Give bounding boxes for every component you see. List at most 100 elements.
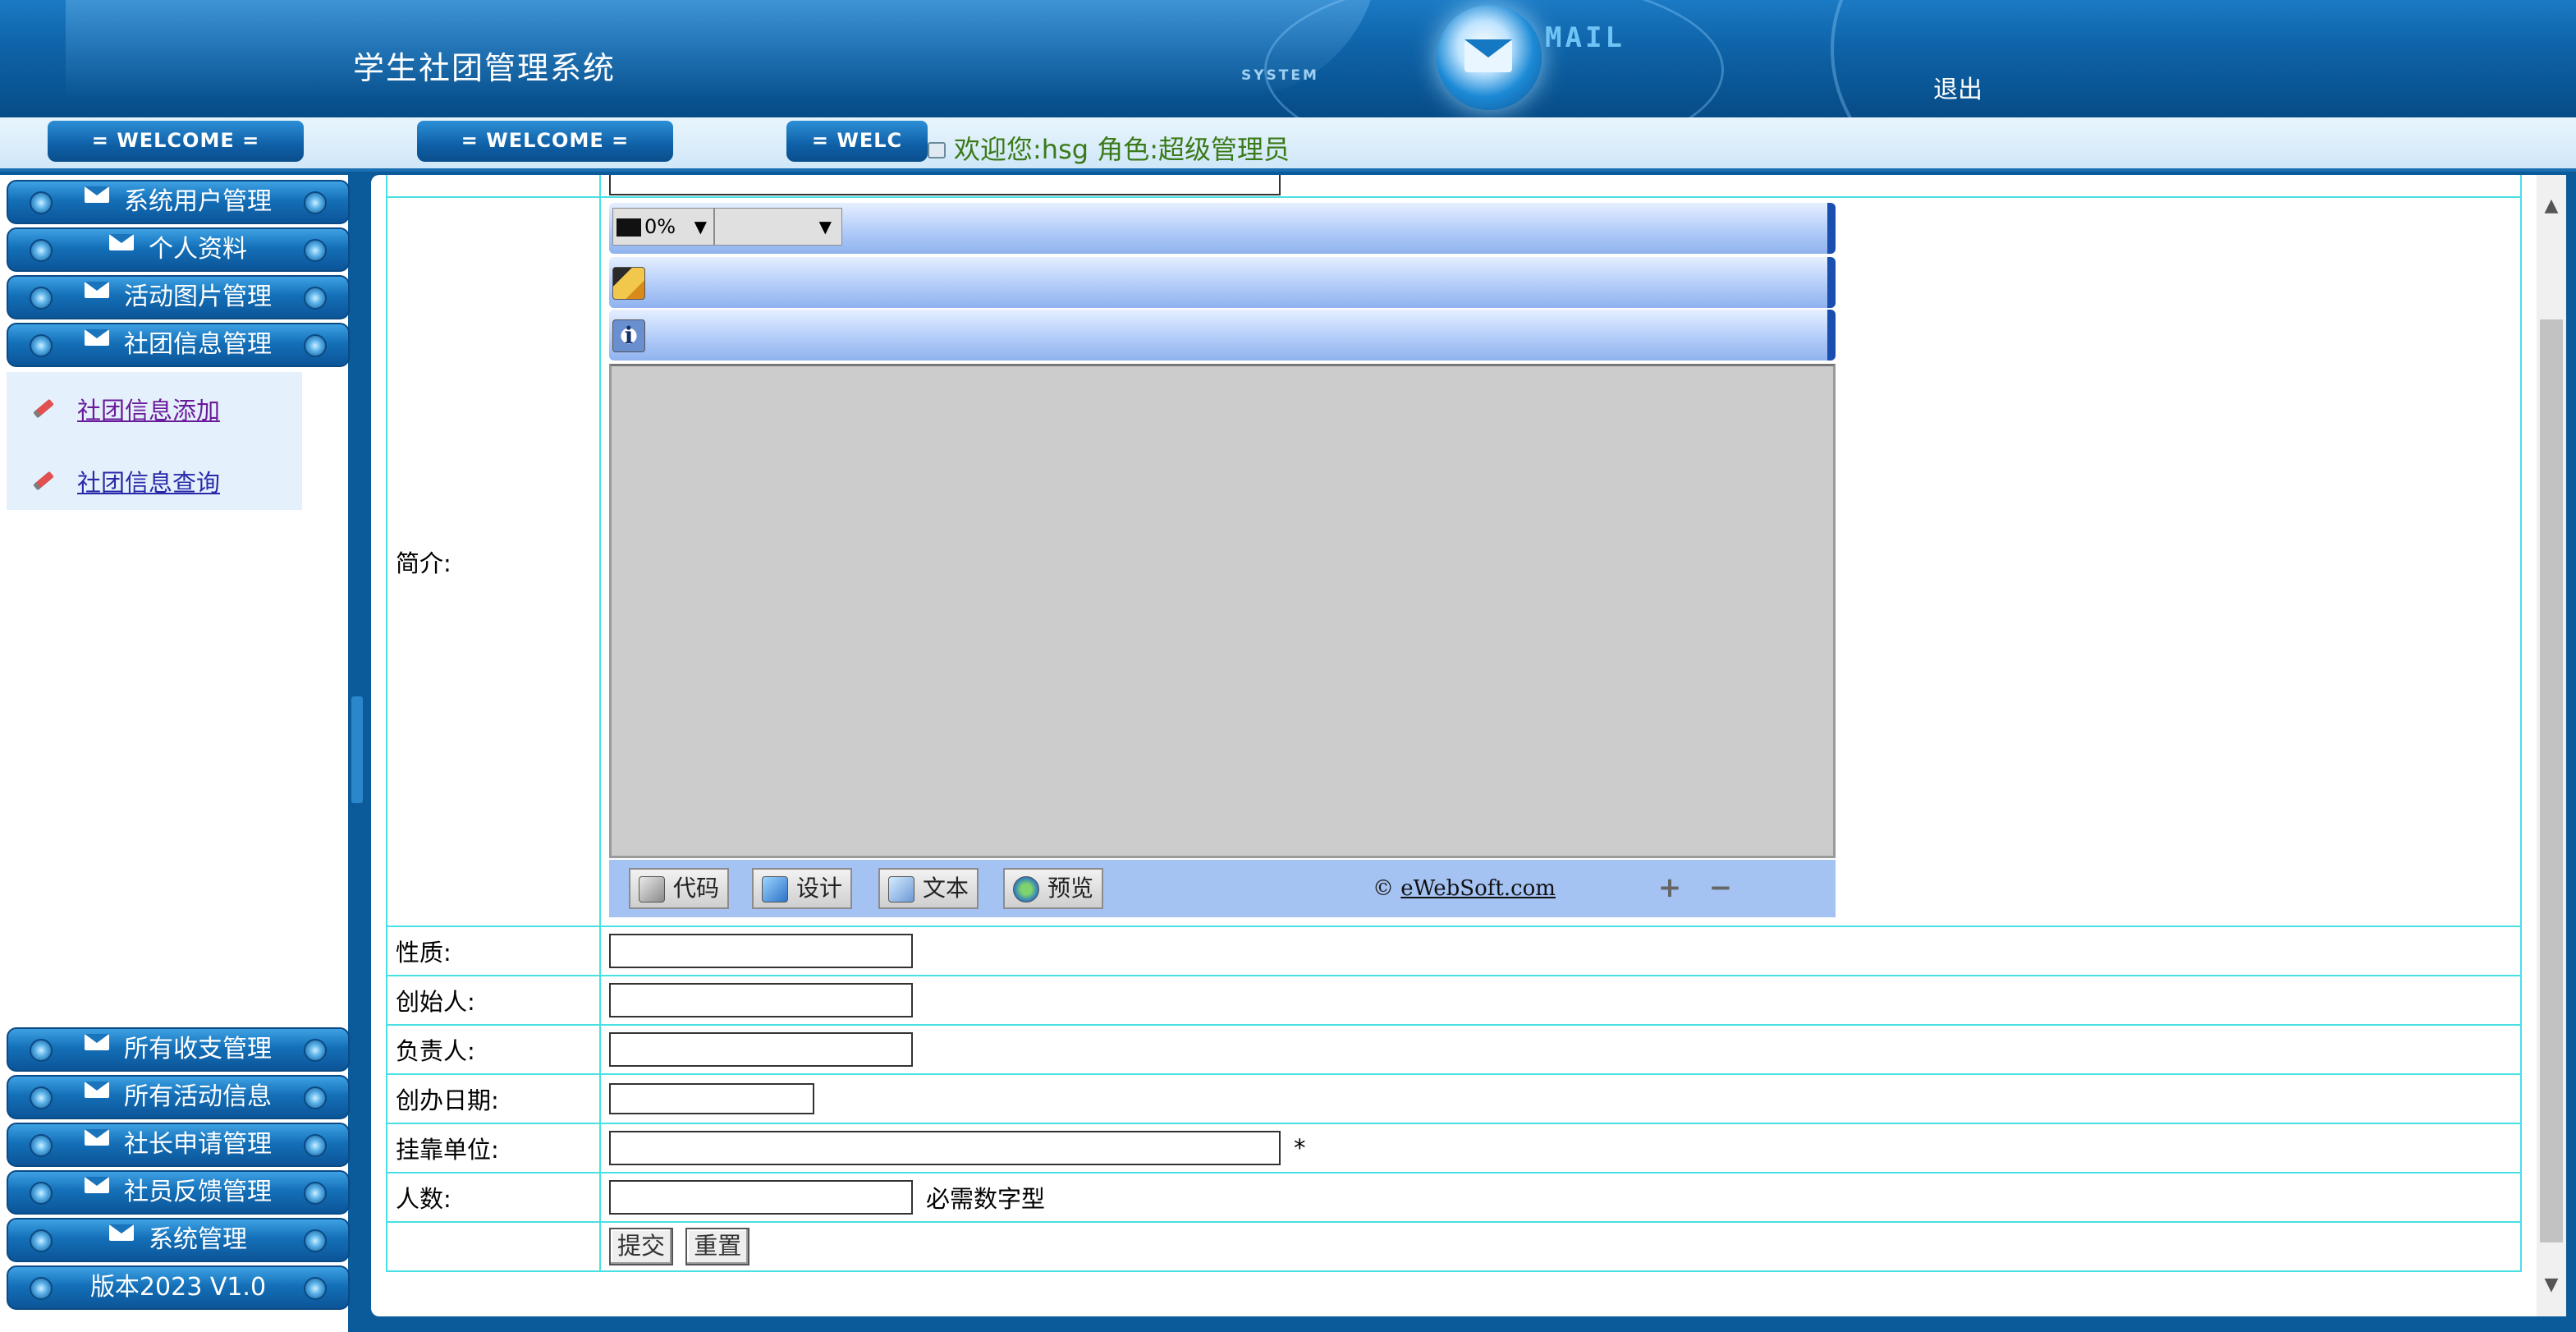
menu-finance[interactable]: 所有收支管理	[7, 1027, 350, 1072]
menu-label: 活动图片管理	[124, 282, 272, 311]
bullet-icon	[30, 1086, 53, 1109]
nature-input[interactable]	[609, 934, 913, 968]
bullet-icon	[30, 1134, 53, 1157]
design-mode-button[interactable]: 设计	[752, 868, 853, 909]
mail-icon	[85, 282, 109, 298]
mail-icon	[85, 1129, 109, 1146]
zoom-out-icon[interactable]: −	[1707, 874, 1734, 903]
leader-label: 负责人:	[386, 1024, 601, 1075]
scroll-thumb[interactable]	[2540, 319, 2563, 1242]
editor-toolbar: i	[609, 310, 1836, 361]
submenu-club-info-query[interactable]: 社团信息查询	[33, 464, 220, 498]
image-icon[interactable]	[612, 267, 645, 300]
menu-member-feedback[interactable]: 社员反馈管理	[7, 1170, 350, 1215]
form-row: 创办日期:	[386, 1073, 2522, 1124]
editor-toolbar	[609, 257, 1836, 308]
menu-label: 所有活动信息	[124, 1082, 272, 1111]
top-bar: = WELCOME = = WELCOME = = WELC 欢迎您:hsg 角…	[0, 117, 2576, 172]
form-input-cell	[599, 926, 2522, 976]
bullet-icon	[304, 191, 327, 214]
menu-activities[interactable]: 所有活动信息	[7, 1075, 350, 1119]
club-info-form: 简介: 0% ▼ ▼ i 代码 设计 文本 预览 © eWebSoft.com …	[386, 175, 2522, 1272]
welcome-tab[interactable]: = WELC	[786, 121, 928, 162]
bullet-icon	[304, 239, 327, 262]
editor-content-area[interactable]	[609, 364, 1836, 858]
mail-tag: MAIL	[1545, 21, 1625, 54]
rich-text-editor: 0% ▼ ▼ i 代码 设计 文本 预览 © eWebSoft.com + −	[609, 203, 1836, 919]
bullet-icon	[304, 1134, 327, 1157]
editor-mode-bar: 代码 设计 文本 预览 © eWebSoft.com + −	[609, 860, 1836, 917]
welcome-tab[interactable]: = WELCOME =	[48, 121, 304, 162]
menu-system-management[interactable]: 系统管理	[7, 1218, 350, 1262]
founded-date-input[interactable]	[609, 1083, 814, 1114]
ewebsoft-link[interactable]: eWebSoft.com	[1400, 876, 1556, 901]
bullet-icon	[304, 1182, 327, 1205]
text-icon	[888, 876, 914, 903]
submit-button[interactable]: 提交	[609, 1228, 674, 1265]
system-tag: SYSTEM	[1241, 67, 1319, 84]
preview-mode-button[interactable]: 预览	[1003, 868, 1104, 909]
submenu-club-info-add[interactable]: 社团信息添加	[33, 392, 220, 426]
window-icon	[928, 142, 946, 158]
menu-profile[interactable]: 个人资料	[7, 227, 350, 272]
form-label-cell	[386, 1221, 601, 1272]
bullet-icon	[30, 239, 53, 262]
format-select[interactable]: ▼	[714, 208, 842, 246]
form-row: 提交 重置	[386, 1221, 2522, 1272]
form-actions-cell: 提交 重置	[599, 1221, 2522, 1272]
editor-toolbar: 0% ▼ ▼	[609, 203, 1836, 254]
mail-icon	[109, 234, 134, 250]
mail-logo-icon	[1437, 5, 1542, 110]
required-marker: *	[1294, 1134, 1306, 1162]
bullet-icon	[304, 1039, 327, 1062]
menu-label: 系统用户管理	[124, 187, 272, 216]
zoom-in-icon[interactable]: +	[1657, 874, 1683, 903]
menu-system-users[interactable]: 系统用户管理	[7, 180, 350, 224]
zoom-value: 0%	[644, 215, 676, 238]
version-bar: 版本2023 V1.0	[7, 1265, 350, 1310]
mode-label: 预览	[1047, 875, 1094, 902]
scroll-up-icon[interactable]: ▲	[2537, 191, 2566, 221]
bullet-icon	[304, 1229, 327, 1252]
mail-icon	[85, 1034, 109, 1050]
design-icon	[762, 876, 788, 903]
member-count-hint: 必需数字型	[926, 1185, 1046, 1213]
submenu-label: 社团信息添加	[77, 397, 221, 425]
bullet-icon	[30, 1229, 53, 1252]
welcome-tab[interactable]: = WELCOME =	[417, 121, 673, 162]
zoom-icon	[616, 218, 641, 237]
chevron-down-icon: ▼	[694, 217, 707, 237]
mail-icon	[85, 1177, 109, 1193]
member-count-input[interactable]	[609, 1180, 913, 1215]
menu-president-applications[interactable]: 社长申请管理	[7, 1123, 350, 1167]
menu-activity-images[interactable]: 活动图片管理	[7, 275, 350, 319]
version-label: 版本2023 V1.0	[89, 1273, 267, 1302]
leader-input[interactable]	[609, 1032, 913, 1067]
form-input-cell: *	[599, 1123, 2522, 1174]
bullet-icon	[30, 1277, 53, 1300]
logout-link[interactable]: 退出	[1933, 69, 1982, 105]
main-scrollbar[interactable]: ▲ ▼	[2537, 175, 2566, 1316]
menu-club-info[interactable]: 社团信息管理	[7, 323, 350, 367]
zoom-select[interactable]: 0% ▼	[612, 208, 714, 246]
bullet-icon	[30, 287, 53, 310]
pencil-icon	[33, 471, 54, 491]
form-input-cell: 0% ▼ ▼ i 代码 设计 文本 预览 © eWebSoft.com + −	[599, 196, 2522, 927]
founder-label: 创始人:	[386, 975, 601, 1026]
menu-label: 个人资料	[149, 235, 247, 264]
reset-button[interactable]: 重置	[685, 1228, 750, 1265]
scroll-down-icon[interactable]: ▼	[2537, 1270, 2566, 1300]
bullet-icon	[30, 1182, 53, 1205]
chevron-down-icon: ▼	[818, 217, 832, 237]
affiliated-unit-input[interactable]	[609, 1131, 1281, 1165]
mode-label: 文本	[923, 875, 969, 902]
welcome-message: 欢迎您:hsg 角色:超级管理员	[928, 129, 1290, 167]
founder-input[interactable]	[609, 983, 913, 1017]
nature-label: 性质:	[386, 926, 601, 976]
sidebar-resize-handle[interactable]	[351, 696, 363, 803]
header-banner: 学生社团管理系统 SYSTEM MAIL 退出	[0, 0, 2576, 117]
text-mode-button[interactable]: 文本	[878, 868, 979, 909]
code-mode-button[interactable]: 代码	[629, 868, 730, 909]
club-name-input[interactable]	[609, 175, 1281, 195]
info-icon[interactable]: i	[612, 319, 645, 352]
